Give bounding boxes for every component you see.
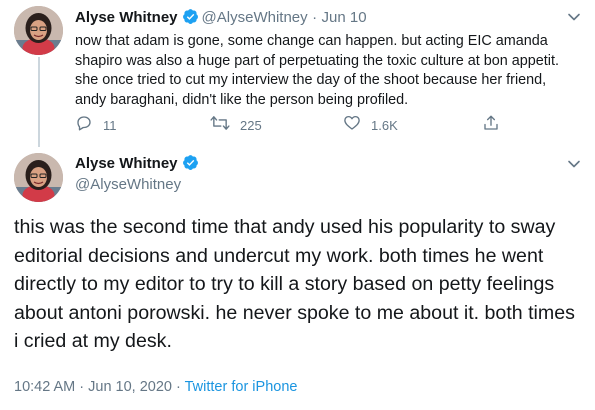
tweet-meta: 10:42 AM · Jun 10, 2020 · Twitter for iP…	[14, 379, 297, 395]
avatar[interactable]	[14, 6, 63, 55]
display-name[interactable]: Alyse Whitney	[75, 9, 178, 26]
handle[interactable]: @AlyseWhitney	[75, 176, 181, 193]
chevron-down-icon[interactable]	[567, 10, 581, 29]
retweet-button[interactable]: 225	[210, 114, 262, 137]
like-icon	[343, 114, 361, 137]
tweet-actions: 11 225 1.6K	[75, 114, 515, 134]
chevron-down-icon[interactable]	[567, 157, 581, 176]
reply-icon	[75, 114, 93, 137]
tweet-text: now that adam is gone, some change can h…	[75, 33, 559, 108]
tweet-source-link[interactable]: Twitter for iPhone	[185, 379, 298, 395]
reply-button[interactable]: 11	[75, 114, 117, 137]
avatar[interactable]	[14, 153, 63, 202]
tweet-text: this was the second time that andy used …	[14, 216, 575, 352]
tweet-header: Alyse Whitney @AlyseWhitney · Jun 10	[75, 8, 367, 30]
display-name[interactable]: Alyse Whitney	[75, 155, 178, 172]
like-count: 1.6K	[371, 118, 398, 133]
separator: ·	[312, 9, 318, 26]
verified-badge-icon	[182, 8, 199, 30]
share-icon	[482, 114, 500, 137]
tweet-date[interactable]: Jun 10	[322, 9, 367, 26]
verified-badge-icon	[182, 154, 199, 176]
share-button[interactable]	[482, 114, 500, 137]
reply-count: 11	[103, 118, 117, 133]
retweet-icon	[210, 114, 230, 137]
handle[interactable]: @AlyseWhitney	[202, 9, 308, 26]
meta-separator: ·	[172, 379, 185, 395]
tweet-timestamp[interactable]: 10:42 AM · Jun 10, 2020	[14, 379, 172, 395]
like-button[interactable]: 1.6K	[343, 114, 398, 137]
tweet-author: Alyse Whitney	[75, 154, 202, 176]
thread-line	[38, 57, 40, 147]
retweet-count: 225	[240, 118, 262, 133]
